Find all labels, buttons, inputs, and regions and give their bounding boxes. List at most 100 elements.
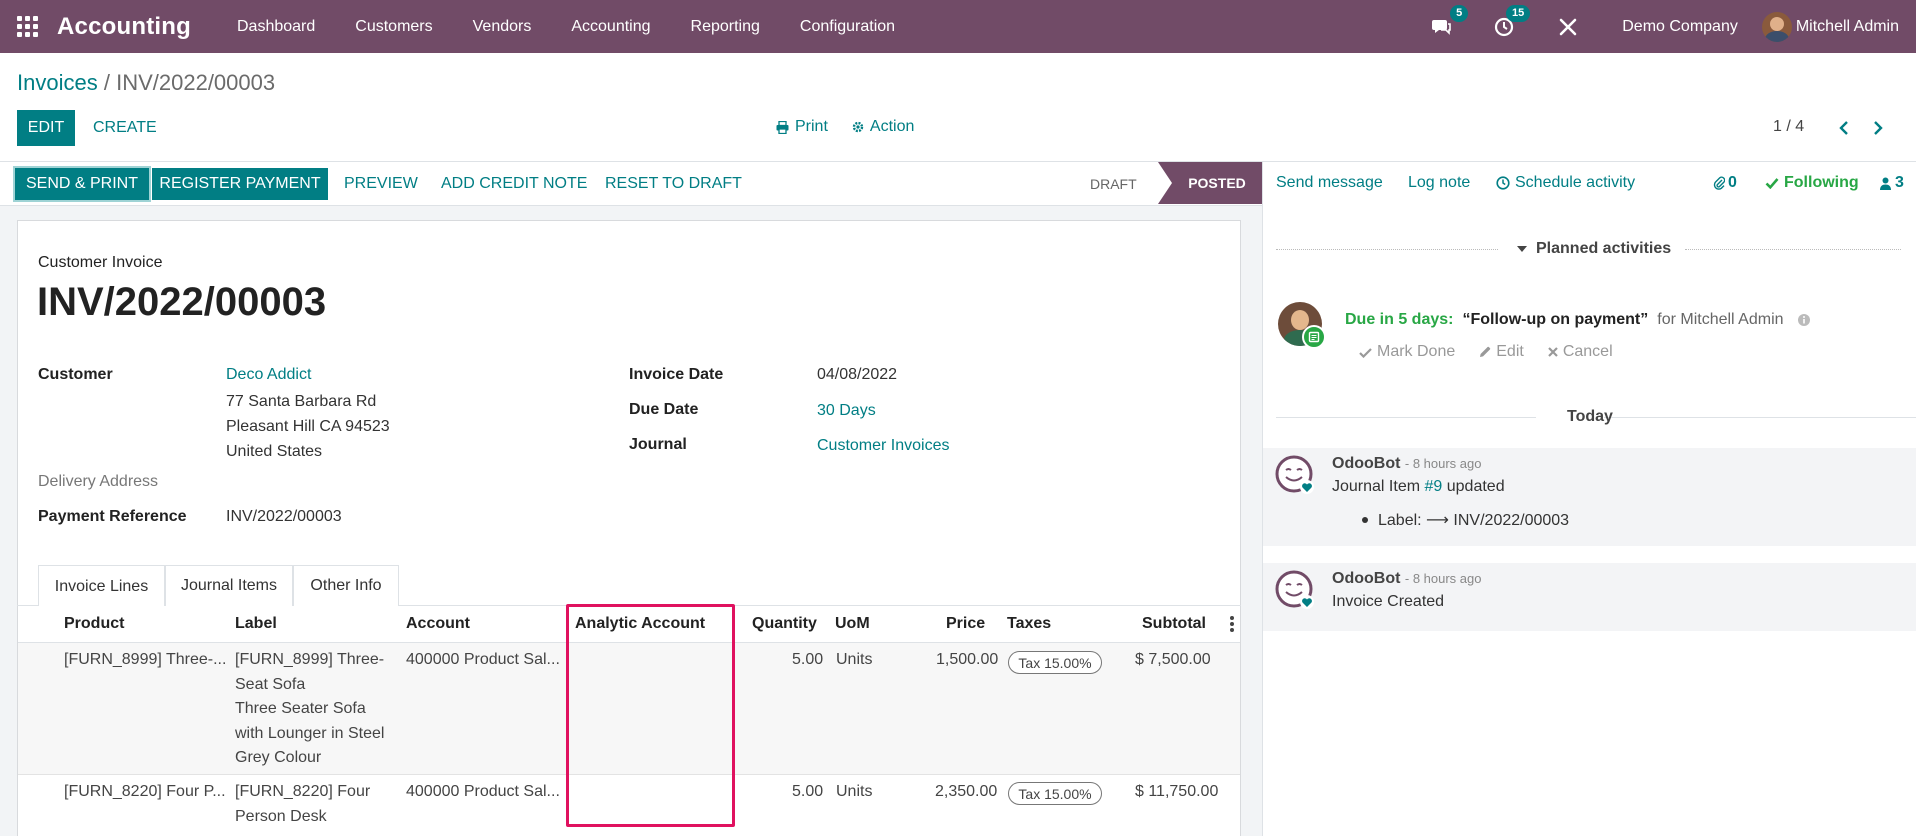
company-switcher[interactable]: Demo Company — [1622, 18, 1738, 36]
col-uom[interactable]: UoM — [835, 615, 870, 633]
col-subtotal[interactable]: Subtotal — [1142, 615, 1206, 633]
activities-badge: 15 — [1505, 4, 1531, 22]
activity-type-icon — [1302, 325, 1326, 349]
reset-to-draft-button[interactable]: RESET TO DRAFT — [605, 168, 742, 200]
check-icon — [1359, 347, 1372, 358]
apps-grid-icon[interactable] — [17, 15, 39, 38]
stage-draft[interactable]: DRAFT — [1090, 168, 1137, 200]
activity-due: Due in 5 days: — [1345, 311, 1454, 328]
register-payment-button[interactable]: REGISTER PAYMENT — [152, 168, 328, 200]
following-button[interactable]: Following — [1765, 174, 1859, 192]
message-header: OdooBot - 8 hours ago — [1332, 455, 1481, 473]
preview-button[interactable]: PREVIEW — [344, 168, 418, 200]
menu-customers[interactable]: Customers — [335, 0, 452, 53]
tab-journal-items[interactable]: Journal Items — [165, 565, 293, 606]
attachments-button[interactable]: 0 — [1713, 174, 1737, 192]
row-label[interactable]: [FURN_8220] Four Person Desk — [235, 780, 370, 829]
print-menu[interactable]: Print — [776, 118, 828, 136]
message-body: Invoice Created — [1332, 593, 1445, 610]
menu-vendors[interactable]: Vendors — [453, 0, 552, 53]
edit-button[interactable]: EDIT — [17, 110, 75, 146]
mark-done-button[interactable]: Mark Done — [1359, 343, 1455, 361]
debug-tools-icon[interactable] — [1556, 15, 1580, 39]
create-button[interactable]: CREATE — [93, 110, 157, 146]
breadcrumb-invoices-link[interactable]: Invoices — [17, 70, 98, 95]
user-menu[interactable]: Mitchell Admin — [1796, 18, 1899, 36]
col-account[interactable]: Account — [406, 615, 470, 633]
due-date-label: Due Date — [629, 401, 699, 418]
stage-posted[interactable]: POSTED — [1158, 162, 1262, 204]
tab-invoice-lines[interactable]: Invoice Lines — [38, 565, 165, 607]
tax-badge: Tax 15.00% — [1008, 651, 1102, 674]
breadcrumb-current: INV/2022/00003 — [116, 70, 276, 95]
address-line2: Pleasant Hill CA 94523 — [226, 418, 390, 435]
planned-activities-toggle[interactable]: Planned activities — [1517, 240, 1671, 258]
pager-value[interactable]: 1 / 4 — [1773, 118, 1804, 136]
journal-label: Journal — [629, 436, 687, 453]
messages-icon[interactable]: 5 — [1430, 4, 1469, 39]
row-price[interactable]: 2,350.00 — [935, 780, 997, 805]
col-quantity[interactable]: Quantity — [752, 615, 817, 633]
menu-configuration[interactable]: Configuration — [780, 0, 915, 53]
row-uom[interactable]: Units — [836, 780, 872, 805]
message-time: - 8 hours ago — [1404, 456, 1482, 471]
caret-down-icon — [1517, 245, 1527, 252]
row-price[interactable]: 1,500.00 — [936, 648, 998, 673]
row-subtotal[interactable]: $ 7,500.00 — [1135, 648, 1211, 673]
address-line3: United States — [226, 443, 323, 460]
send-print-button[interactable]: SEND & PRINT — [15, 168, 149, 200]
user-avatar[interactable] — [1761, 11, 1792, 42]
menu-dashboard[interactable]: Dashboard — [217, 0, 335, 53]
row-label[interactable]: [FURN_8999] Three- Seat Sofa Three Seate… — [235, 648, 384, 771]
print-label: Print — [795, 118, 828, 135]
delivery-address-label: Delivery Address — [38, 473, 159, 490]
odoobot-avatar-icon — [1275, 570, 1314, 609]
tab-other-info[interactable]: Other Info — [293, 565, 399, 606]
action-menu[interactable]: Action — [852, 118, 914, 136]
log-note-button[interactable]: Log note — [1408, 174, 1470, 192]
row-account[interactable]: 400000 Product Sal... — [406, 780, 560, 805]
message-author[interactable]: OdooBot — [1332, 455, 1400, 472]
app-brand[interactable]: Accounting — [57, 13, 191, 41]
menu-reporting[interactable]: Reporting — [671, 0, 780, 53]
divider — [1276, 249, 1498, 250]
followers-button[interactable]: 3 — [1880, 174, 1904, 192]
row-subtotal[interactable]: $ 11,750.00 — [1135, 780, 1218, 805]
message-author[interactable]: OdooBot — [1332, 570, 1400, 587]
col-price[interactable]: Price — [946, 615, 985, 633]
pager-previous-icon[interactable] — [1834, 116, 1854, 140]
activities-clock-icon[interactable]: 15 — [1492, 4, 1531, 39]
message-header: OdooBot - 8 hours ago — [1332, 570, 1481, 588]
customer-label: Customer — [38, 366, 113, 383]
info-icon[interactable] — [1797, 313, 1811, 327]
today-separator: Today — [1567, 408, 1613, 425]
col-label[interactable]: Label — [235, 615, 277, 633]
col-product[interactable]: Product — [64, 615, 124, 633]
optional-columns-icon[interactable] — [1230, 616, 1234, 632]
journal-item-link[interactable]: #9 — [1425, 478, 1443, 495]
send-message-button[interactable]: Send message — [1276, 174, 1383, 192]
action-label: Action — [869, 118, 915, 135]
row-uom[interactable]: Units — [836, 648, 872, 673]
row-account[interactable]: 400000 Product Sal... — [406, 648, 560, 673]
menu-accounting[interactable]: Accounting — [551, 0, 670, 53]
due-date-value[interactable]: 30 Days — [817, 402, 876, 420]
edit-activity-button[interactable]: Edit — [1479, 343, 1524, 361]
row-product[interactable]: [FURN_8220] Four P... — [64, 780, 226, 805]
row-quantity[interactable]: 5.00 — [792, 648, 823, 673]
user-icon — [1880, 177, 1891, 190]
close-icon — [1548, 347, 1558, 357]
row-product[interactable]: [FURN_8999] Three-... — [64, 648, 226, 673]
check-icon — [1765, 178, 1779, 189]
cancel-activity-button[interactable]: Cancel — [1548, 343, 1613, 361]
add-credit-note-button[interactable]: ADD CREDIT NOTE — [441, 168, 587, 200]
journal-link[interactable]: Customer Invoices — [817, 437, 950, 455]
message-body: Journal Item #9 updated — [1332, 478, 1505, 495]
customer-link[interactable]: Deco Addict — [226, 366, 311, 384]
pager-next-icon[interactable] — [1868, 116, 1888, 140]
activity-summary: “Follow-up on payment” — [1462, 311, 1649, 328]
row-quantity[interactable]: 5.00 — [792, 780, 823, 805]
schedule-activity-button[interactable]: Schedule activity — [1496, 174, 1635, 192]
messages-badge: 5 — [1450, 4, 1469, 22]
col-taxes[interactable]: Taxes — [1007, 615, 1051, 633]
